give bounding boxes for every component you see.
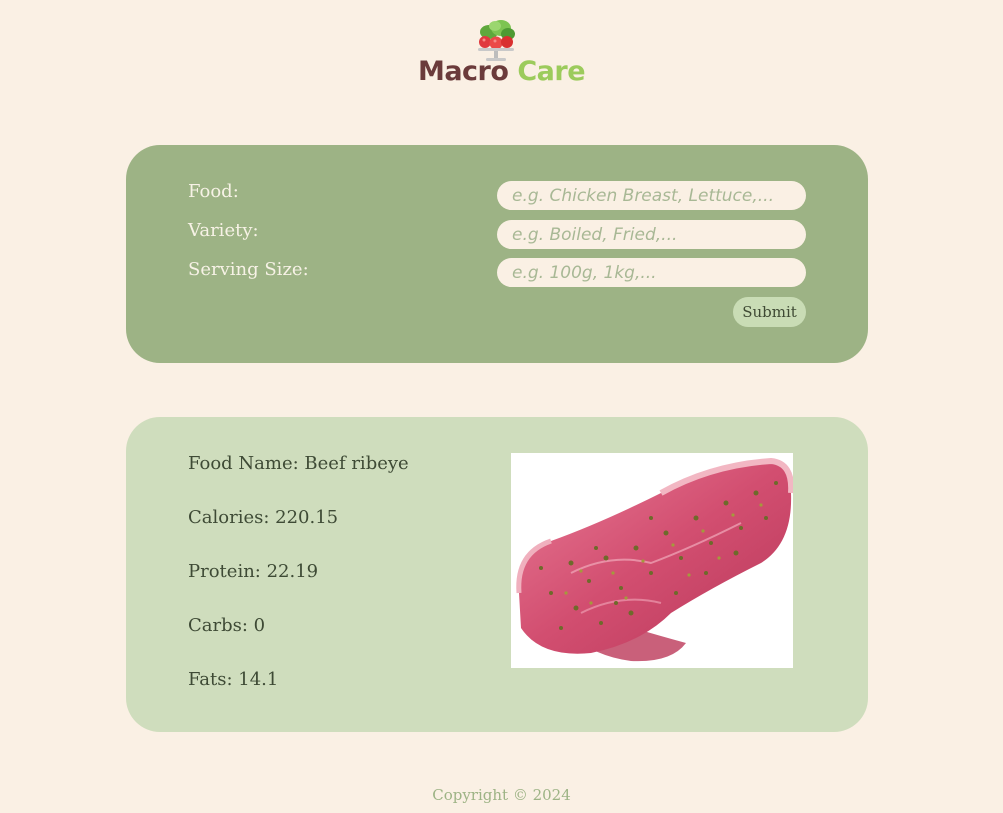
- carbs-text: Carbs: 0: [188, 615, 266, 636]
- food-label: Food:: [188, 181, 239, 202]
- site-logo[interactable]: Macro Care: [0, 18, 1003, 94]
- food-search-form: Food: Variety: Serving Size: Submit: [126, 145, 868, 363]
- variety-input[interactable]: [497, 220, 806, 249]
- protein-text: Protein: 22.19: [188, 561, 319, 582]
- logo-text-care: Care: [517, 56, 586, 87]
- logo-wordmark: Macro Care: [0, 56, 1003, 87]
- variety-label: Variety:: [188, 220, 259, 241]
- food-name-text: Food Name: Beef ribeye: [188, 453, 409, 474]
- submit-button[interactable]: Submit: [733, 297, 806, 327]
- logo-text-macro: Macro: [417, 56, 509, 87]
- nutrition-result-card: Food Name: Beef ribeye Calories: 220.15 …: [126, 417, 868, 732]
- food-input[interactable]: [497, 181, 806, 210]
- fats-text: Fats: 14.1: [188, 669, 279, 690]
- calories-text: Calories: 220.15: [188, 507, 339, 528]
- serving-size-label: Serving Size:: [188, 259, 309, 280]
- footer-copyright: Copyright © 2024: [432, 786, 571, 804]
- serving-size-input[interactable]: [497, 258, 806, 287]
- beef-steak-image: [516, 457, 793, 662]
- food-image: [511, 453, 793, 668]
